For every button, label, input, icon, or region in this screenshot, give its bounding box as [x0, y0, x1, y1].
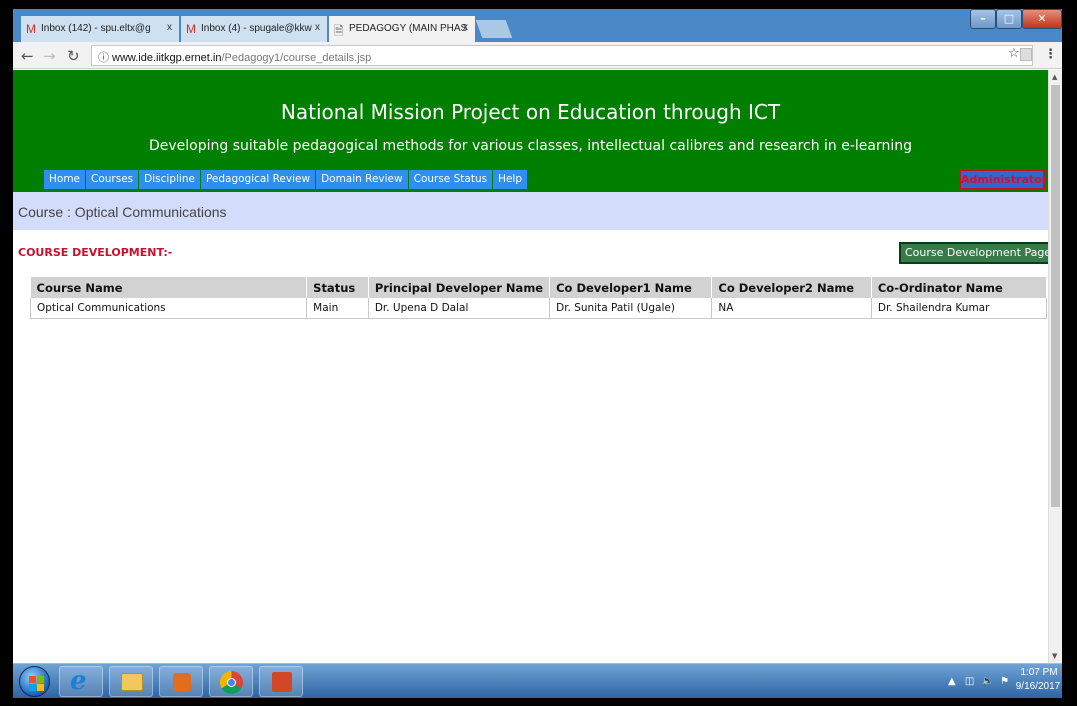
tab-close-icon[interactable]: x [463, 22, 468, 33]
table-row: Optical Communications Main Dr. Upena D … [29, 298, 1048, 319]
url-host: www.ide.iitkgp.ernet.in [112, 52, 222, 64]
action-center-flag-icon[interactable]: ⚑ [1000, 676, 1009, 687]
course-title: Course : Optical Communications [18, 204, 227, 220]
course-development-page-button[interactable]: Course Development Page [899, 242, 1058, 264]
gmail-icon: M [186, 22, 196, 36]
course-table: Course Name Status Principal Developer N… [29, 277, 1048, 319]
tab-close-icon[interactable]: x [315, 22, 320, 33]
tab-gmail-inbox-1[interactable]: M Inbox (142) - spu.eltx@g x [21, 16, 179, 42]
table-header-row: Course Name Status Principal Developer N… [30, 277, 1048, 298]
close-window-button[interactable]: ✕ [1022, 9, 1062, 29]
clock-date[interactable]: 9/16/2017 [1015, 681, 1061, 692]
table-cell: Dr. Shailendra Kumar [871, 298, 1048, 319]
start-button[interactable] [19, 666, 50, 697]
table-cell: Dr. Sunita Patil (Ugale) [549, 298, 713, 319]
windows-logo-icon [29, 676, 36, 683]
internet-explorer-icon: e [70, 666, 87, 696]
administrator-badge[interactable]: Administrator [959, 169, 1047, 190]
table-cell: Optical Communications [29, 298, 308, 319]
url-input[interactable]: ⓘ www.ide.iitkgp.ernet.in/Pedagogy1/cours… [91, 45, 1033, 66]
column-header: Status [306, 277, 369, 298]
column-header: Co Developer1 Name [549, 277, 713, 298]
volume-icon[interactable]: 🔈 [982, 676, 994, 687]
gmail-icon: M [26, 22, 36, 36]
nav-pedagogical-review[interactable]: Pedagogical Review [200, 170, 316, 189]
address-bar: ← → ↻ ⓘ www.ide.iitkgp.ernet.in/Pedagogy1… [13, 42, 1062, 69]
nav-domain-review[interactable]: Domain Review [316, 170, 408, 189]
table-cell: Dr. Upena D Dalal [368, 298, 551, 319]
site-header: National Mission Project on Education th… [13, 70, 1048, 192]
scroll-down-icon[interactable]: ▼ [1052, 652, 1057, 660]
table-cell: Main [306, 298, 369, 319]
folder-icon [121, 673, 143, 691]
media-player-icon [173, 673, 191, 691]
new-tab-button[interactable] [475, 20, 513, 38]
media-player-taskbar-button[interactable] [159, 666, 203, 697]
tab-label: PEDAGOGY (MAIN PHAS [349, 23, 468, 34]
bookmark-star-icon[interactable]: ☆ [1008, 46, 1020, 61]
screen: M Inbox (142) - spu.eltx@g x M Inbox (4)… [0, 0, 1077, 706]
tab-label: Inbox (4) - spugale@kkw [201, 23, 312, 34]
powerpoint-icon [272, 672, 292, 692]
nav-home[interactable]: Home [44, 170, 86, 189]
nav-course-status[interactable]: Course Status [408, 170, 493, 189]
chrome-taskbar-button[interactable] [209, 666, 253, 697]
url-path: /Pedagogy1/course_details.jsp [221, 52, 372, 64]
column-header: Course Name [30, 277, 308, 298]
tab-strip: M Inbox (142) - spu.eltx@g x M Inbox (4)… [13, 9, 1062, 42]
scroll-thumb[interactable] [1051, 85, 1060, 507]
table-cell: NA [711, 298, 872, 319]
tab-gmail-inbox-2[interactable]: M Inbox (4) - spugale@kkw x [181, 16, 327, 42]
tab-label: Inbox (142) - spu.eltx@g [41, 23, 151, 34]
course-development-heading: COURSE DEVELOPMENT:- [18, 246, 173, 259]
nav-help[interactable]: Help [493, 170, 528, 189]
browser-window: M Inbox (142) - spu.eltx@g x M Inbox (4)… [13, 9, 1062, 698]
site-title: National Mission Project on Education th… [280, 100, 781, 124]
tab-close-icon[interactable]: x [167, 22, 172, 33]
column-header: Principal Developer Name [368, 277, 551, 298]
taskbar: e ▲ ◫ 🔈 ⚑ 1:07 PM 9/16/2017 [13, 663, 1062, 698]
network-icon[interactable]: ◫ [965, 676, 974, 687]
scroll-up-icon[interactable]: ▲ [1052, 73, 1057, 81]
column-header: Co-Ordinator Name [871, 277, 1048, 298]
column-header: Co Developer2 Name [711, 277, 872, 298]
page-icon: 🗎 [334, 24, 344, 38]
forward-arrow-icon[interactable]: → [43, 47, 56, 65]
reload-icon[interactable]: ↻ [67, 47, 80, 65]
page-viewport: National Mission Project on Education th… [13, 70, 1062, 663]
menu-icon[interactable]: ⋮ [1044, 47, 1057, 62]
course-bar: Course : Optical Communications [13, 192, 1048, 230]
nav-discipline[interactable]: Discipline [139, 170, 200, 189]
tab-pedagogy[interactable]: 🗎 PEDAGOGY (MAIN PHAS x [329, 16, 475, 42]
nav-courses[interactable]: Courses [86, 170, 139, 189]
maximize-button[interactable]: □ [996, 9, 1022, 29]
powerpoint-taskbar-button[interactable] [259, 666, 303, 697]
system-tray: ▲ ◫ 🔈 ⚑ [948, 676, 1009, 687]
vertical-scrollbar[interactable]: ▲ ▼ [1048, 70, 1062, 663]
nav-menu: Home Courses Discipline Pedagogical Revi… [44, 170, 528, 189]
show-hidden-icons[interactable]: ▲ [948, 676, 956, 687]
file-explorer-taskbar-button[interactable] [109, 666, 153, 697]
site-subtitle: Developing suitable pedagogical methods … [148, 138, 913, 154]
info-icon: ⓘ [98, 52, 109, 64]
minimize-button[interactable]: – [970, 9, 996, 29]
extension-icon[interactable] [1020, 48, 1032, 61]
back-arrow-icon[interactable]: ← [21, 47, 34, 65]
clock-time[interactable]: 1:07 PM [1019, 667, 1059, 678]
internet-explorer-taskbar-button[interactable]: e [59, 666, 103, 697]
